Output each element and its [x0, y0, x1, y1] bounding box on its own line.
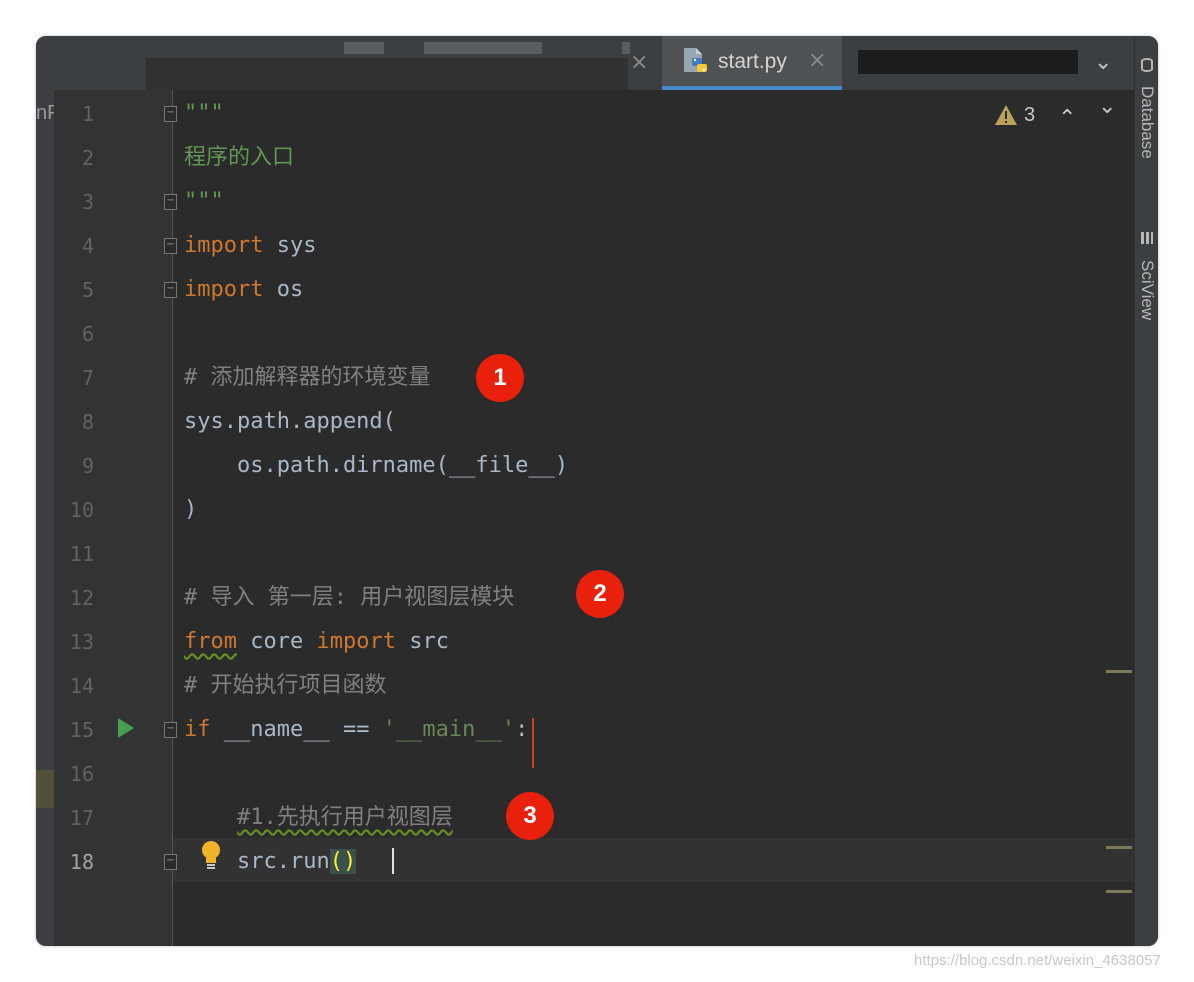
tab-strip-fragment [424, 42, 542, 54]
annotation-badge-1: 1 [476, 354, 524, 402]
next-highlight-icon[interactable]: ⌄ [1098, 94, 1116, 119]
tab-start-py[interactable]: start.py × [662, 36, 842, 90]
code-line-3[interactable]: """ [184, 180, 224, 224]
fold-marker-icon[interactable]: − [164, 854, 177, 870]
fold-marker-icon[interactable]: − [164, 282, 177, 298]
keyword: import [184, 233, 264, 258]
scrollbar-warning-mark[interactable] [1106, 890, 1132, 893]
keyword: import [316, 629, 396, 654]
keyword: if [184, 717, 211, 742]
code-line-7[interactable]: # 添加解释器的环境变量 [184, 356, 431, 400]
line-number: 10 [69, 498, 94, 522]
code-line-15[interactable]: if __name__ == '__main__': [184, 708, 528, 752]
scrollbar-warning-mark[interactable] [1106, 670, 1132, 673]
annotation-badge-2: 2 [576, 570, 624, 618]
line-number-current: 18 [69, 850, 94, 874]
annotation-badge-3: 3 [506, 792, 554, 840]
code-line-5[interactable]: import os [184, 268, 303, 312]
database-icon[interactable] [1141, 58, 1153, 72]
code-text: src.run [184, 849, 330, 874]
line-number: 2 [81, 146, 94, 170]
line-number: 14 [69, 674, 94, 698]
line-number: 9 [81, 454, 94, 478]
tab-strip-fragment [344, 42, 384, 54]
code-line-2[interactable]: 程序的入口 [184, 136, 294, 180]
editor-tab-bar: × start.py × ⌄ [36, 36, 1134, 90]
code-line-10[interactable]: ) [184, 488, 197, 532]
sciview-tool-button[interactable]: SciView [1137, 260, 1157, 320]
code-text: : [515, 717, 529, 742]
right-tool-strip: Database SciView [1134, 36, 1158, 946]
line-number: 8 [81, 410, 94, 434]
code-line-1[interactable]: """ [184, 92, 224, 136]
tab-inactive-right[interactable] [858, 50, 1078, 74]
python-file-icon [684, 48, 707, 72]
fold-marker-icon[interactable]: − [164, 106, 177, 122]
line-number: 1 [81, 102, 94, 126]
fold-marker-icon[interactable]: − [164, 722, 177, 738]
close-tab-icon[interactable]: × [630, 52, 648, 74]
code-text: core [236, 629, 317, 654]
code-line-14[interactable]: # 开始执行项目函数 [184, 664, 387, 708]
sciview-icon[interactable] [1141, 232, 1153, 244]
watermark-text: https://blog.csdn.net/weixin_4638057 [914, 952, 1161, 969]
fold-marker-icon[interactable]: − [164, 238, 177, 254]
left-panel-marker [36, 770, 54, 808]
line-number: 5 [81, 278, 94, 302]
text-caret [392, 848, 394, 874]
annotation-marker [532, 718, 534, 768]
line-number: 7 [81, 366, 94, 390]
gutter-separator [172, 90, 173, 946]
code-line-4[interactable]: import sys [184, 224, 316, 268]
run-icon[interactable] [116, 716, 136, 740]
line-number: 15 [69, 718, 94, 742]
keyword: import [184, 277, 264, 302]
close-tab-icon[interactable]: × [808, 50, 826, 72]
left-panel-edge [36, 90, 54, 946]
code-text: sys [263, 233, 317, 258]
line-number: 6 [81, 322, 94, 346]
ide-window: × start.py × ⌄ Database SciView nP 1 2 3 [36, 36, 1158, 946]
line-number: 12 [69, 586, 94, 610]
line-number: 16 [69, 762, 94, 786]
tab-label: start.py [718, 50, 787, 73]
code-line-13[interactable]: from core import src [184, 620, 449, 664]
scrollbar-warning-mark[interactable] [1106, 846, 1132, 849]
tab-strip-fragment [622, 42, 630, 54]
code-line-18[interactable]: src.run() [184, 840, 357, 884]
comment-text: #1.先执行用户视图层 [236, 805, 453, 830]
previous-highlight-icon[interactable]: ⌃ [1058, 106, 1076, 131]
line-number: 3 [81, 190, 94, 214]
code-line-8[interactable]: sys.path.append( [184, 400, 396, 444]
tab-inactive-left[interactable] [146, 58, 628, 90]
code-line-17[interactable]: #1.先执行用户视图层 [184, 796, 453, 840]
line-number: 13 [69, 630, 94, 654]
matched-parens: () [329, 849, 357, 874]
fold-marker-icon[interactable]: − [164, 194, 177, 210]
string-literal: '__main__' [382, 717, 516, 742]
warning-count: 3 [1024, 104, 1036, 126]
code-text: os [263, 277, 304, 302]
keyword: from [184, 629, 237, 654]
line-number: 4 [81, 234, 94, 258]
code-line-12[interactable]: # 导入 第一层: 用户视图层模块 [184, 576, 514, 620]
chevron-down-icon[interactable]: ⌄ [1094, 50, 1112, 75]
code-line-9[interactable]: os.path.dirname(__file__) [184, 444, 568, 488]
warning-icon [995, 105, 1017, 125]
code-text: src [395, 629, 449, 654]
code-text: __name__ == [210, 717, 383, 742]
line-number: 17 [69, 806, 94, 830]
database-tool-button[interactable]: Database [1137, 86, 1157, 159]
line-number: 11 [69, 542, 94, 566]
